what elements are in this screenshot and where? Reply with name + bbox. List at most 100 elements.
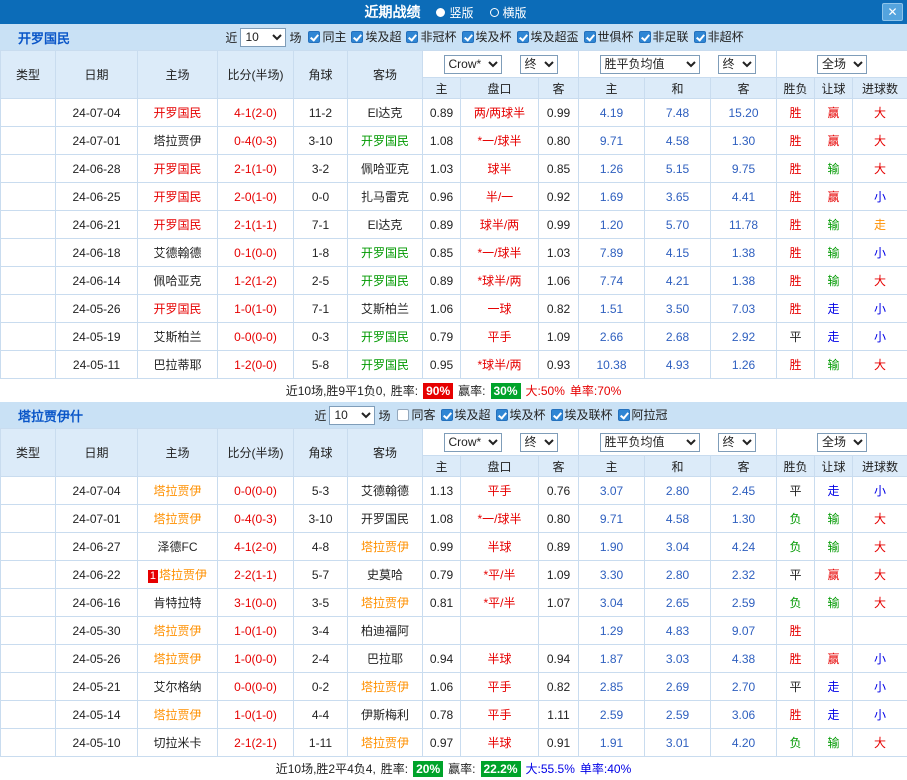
- match-score: 1-0(1-0): [218, 295, 294, 323]
- view-mode-option[interactable]: 横版: [490, 4, 527, 21]
- match-type-cell: 埃及超: [1, 155, 56, 183]
- match-row: 埃及超24-05-10切拉米卡2-1(2-1)1-11塔拉贾伊0.97半球0.9…: [1, 729, 907, 757]
- away-team[interactable]: 开罗国民: [348, 505, 423, 533]
- match-date: 24-07-04: [56, 477, 138, 505]
- home-team[interactable]: 切拉米卡: [138, 729, 218, 757]
- away-team[interactable]: 艾德翰德: [348, 477, 423, 505]
- away-team[interactable]: 柏迪福阿: [348, 617, 423, 645]
- avg-select[interactable]: 胜平负均值: [600, 433, 700, 452]
- home-team[interactable]: 塔拉贾伊: [138, 617, 218, 645]
- home-team[interactable]: 艾德翰德: [138, 239, 218, 267]
- col-avg-draw: 和: [645, 456, 711, 477]
- match-count-select[interactable]: 10: [329, 406, 375, 425]
- filter-checkbox[interactable]: 世俱杯: [584, 28, 634, 45]
- filter-checkbox[interactable]: 埃及超盃: [517, 28, 579, 45]
- away-team[interactable]: 史莫哈: [348, 561, 423, 589]
- col-score: 比分(半场): [218, 429, 294, 477]
- corners: 3-4: [294, 617, 348, 645]
- close-icon: ✕: [887, 5, 897, 19]
- odds-state-select[interactable]: 终: [520, 433, 558, 452]
- away-team[interactable]: 开罗国民: [348, 323, 423, 351]
- match-score: 0-1(0-0): [218, 239, 294, 267]
- away-team[interactable]: El达克: [348, 211, 423, 239]
- home-team[interactable]: 巴拉蒂耶: [138, 351, 218, 379]
- view-mode-option[interactable]: 竖版: [436, 4, 473, 21]
- away-team[interactable]: 扎马雷克: [348, 183, 423, 211]
- avg-draw: 4.21: [645, 267, 711, 295]
- scope-select[interactable]: 全场: [817, 433, 867, 452]
- home-team[interactable]: 开罗国民: [138, 155, 218, 183]
- home-team[interactable]: 开罗国民: [138, 99, 218, 127]
- avg-state-select[interactable]: 终: [718, 433, 756, 452]
- home-team[interactable]: 艾尔格纳: [138, 673, 218, 701]
- odds-home: 1.13: [423, 477, 461, 505]
- home-team[interactable]: 开罗国民: [138, 183, 218, 211]
- col-avg-away: 客: [711, 456, 777, 477]
- home-team[interactable]: 塔拉贾伊: [138, 645, 218, 673]
- handicap: 球半/两: [461, 211, 539, 239]
- away-team[interactable]: 开罗国民: [348, 127, 423, 155]
- match-count-select[interactable]: 10: [240, 28, 286, 47]
- match-type-cell: 埃及超: [1, 477, 56, 505]
- let-result: 走: [815, 673, 853, 701]
- away-team[interactable]: 开罗国民: [348, 267, 423, 295]
- match-date: 24-05-26: [56, 295, 138, 323]
- handicap: *一/球半: [461, 505, 539, 533]
- filter-checkbox[interactable]: 阿拉冠: [618, 406, 668, 423]
- away-team[interactable]: 开罗国民: [348, 239, 423, 267]
- avg-away: 2.70: [711, 673, 777, 701]
- bookmaker-select[interactable]: Crow*: [444, 433, 502, 452]
- home-team[interactable]: 开罗国民: [138, 295, 218, 323]
- home-team[interactable]: 塔拉贾伊: [138, 701, 218, 729]
- odds-home: 0.78: [423, 701, 461, 729]
- let-result: 输: [815, 211, 853, 239]
- close-button[interactable]: ✕: [882, 3, 903, 21]
- avg-select[interactable]: 胜平负均值: [600, 55, 700, 74]
- filter-checkbox[interactable]: 非冠杯: [406, 28, 456, 45]
- filter-checkbox[interactable]: 埃及超: [441, 406, 491, 423]
- match-type-cell: 埃及超: [1, 239, 56, 267]
- away-team[interactable]: 塔拉贾伊: [348, 589, 423, 617]
- match-row: 埃及超24-07-04塔拉贾伊0-0(0-0)5-3艾德翰德1.13平手0.76…: [1, 477, 907, 505]
- home-team[interactable]: 塔拉贾伊: [138, 505, 218, 533]
- away-team[interactable]: 伊斯梅利: [348, 701, 423, 729]
- away-team[interactable]: 塔拉贾伊: [348, 729, 423, 757]
- away-team[interactable]: 巴拉耶: [348, 645, 423, 673]
- home-team[interactable]: 佩哈亚克: [138, 267, 218, 295]
- handicap: 半/一: [461, 183, 539, 211]
- scope-select[interactable]: 全场: [817, 55, 867, 74]
- let-result: 输: [815, 351, 853, 379]
- filter-checkbox[interactable]: 非超杯: [694, 28, 744, 45]
- corners: 5-8: [294, 351, 348, 379]
- away-team[interactable]: El达克: [348, 99, 423, 127]
- away-team[interactable]: 佩哈亚克: [348, 155, 423, 183]
- away-team[interactable]: 开罗国民: [348, 351, 423, 379]
- away-team[interactable]: 塔拉贾伊: [348, 673, 423, 701]
- home-team[interactable]: 泽德FC: [138, 533, 218, 561]
- summary-let-rate: 22.2%: [481, 761, 521, 777]
- odds-state-select[interactable]: 终: [520, 55, 558, 74]
- filter-checkbox[interactable]: 埃及联杯: [551, 406, 613, 423]
- filter-checkbox[interactable]: 同客: [397, 406, 435, 423]
- avg-state-select[interactable]: 终: [718, 55, 756, 74]
- filter-checkbox[interactable]: 同主: [308, 28, 346, 45]
- away-team[interactable]: 艾斯柏兰: [348, 295, 423, 323]
- filter-checkbox[interactable]: 埃及超: [351, 28, 401, 45]
- match-type-cell: 埃及超: [1, 701, 56, 729]
- away-team[interactable]: 塔拉贾伊: [348, 533, 423, 561]
- window-title: 近期战绩: [364, 2, 420, 22]
- avg-draw: 3.65: [645, 183, 711, 211]
- home-team[interactable]: 塔拉贾伊: [138, 477, 218, 505]
- home-team[interactable]: 开罗国民: [138, 211, 218, 239]
- filter-checkbox[interactable]: 埃及杯: [462, 28, 512, 45]
- home-team[interactable]: 1塔拉贾伊: [138, 561, 218, 589]
- bookmaker-select[interactable]: Crow*: [444, 55, 502, 74]
- filter-checkbox[interactable]: 埃及杯: [496, 406, 546, 423]
- home-team[interactable]: 艾斯柏兰: [138, 323, 218, 351]
- col-score: 比分(半场): [218, 51, 294, 99]
- match-date: 24-07-01: [56, 505, 138, 533]
- home-team[interactable]: 塔拉贾伊: [138, 127, 218, 155]
- filter-checkbox[interactable]: 非足联: [639, 28, 689, 45]
- home-team[interactable]: 肯特拉特: [138, 589, 218, 617]
- corners: 5-3: [294, 477, 348, 505]
